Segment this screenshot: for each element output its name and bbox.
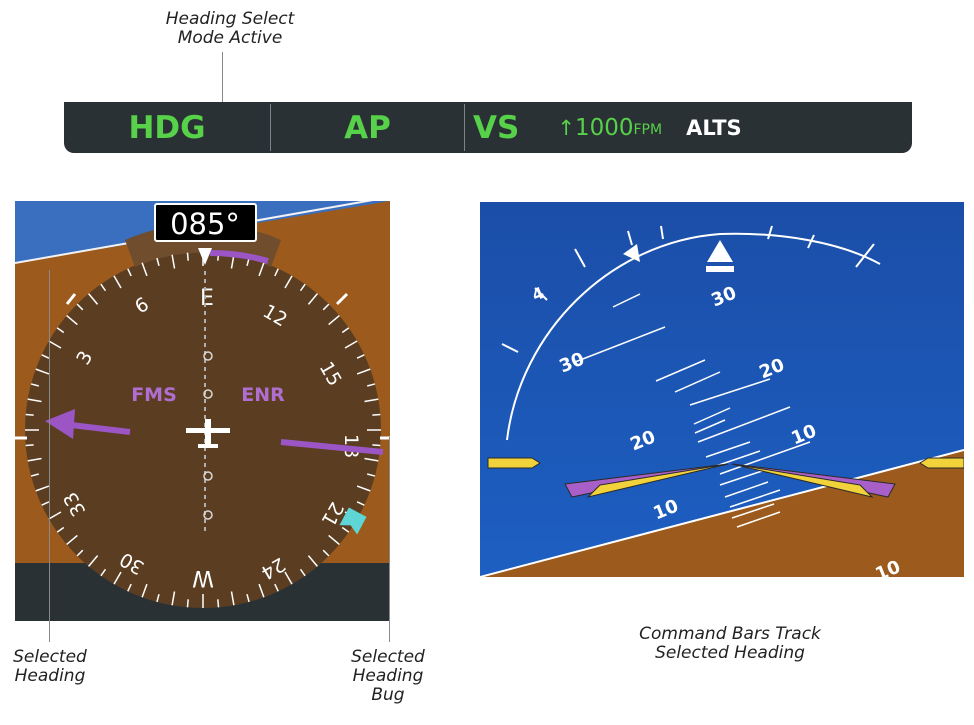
callout-leader-line (49, 270, 50, 642)
callout-line: Heading Select (165, 9, 295, 29)
callout-line: Selected (13, 647, 87, 667)
compass-tick (25, 413, 34, 416)
hsi-display: E 6 3 12 15 18 21 24 W 30 33 FMS ENR (15, 201, 390, 621)
compass-tick (186, 252, 189, 261)
compass-label-e: E (200, 286, 214, 311)
callout-leader-line (222, 52, 223, 104)
callout-line: Command Bars Track (639, 624, 821, 644)
compass-tick (217, 599, 220, 608)
callout-selected-heading-bug: Selected Heading Bug (338, 648, 438, 705)
attitude-display: 30 20 20 10 10 30 4 10 (480, 202, 964, 577)
vertical-speed-unit: FPM (633, 121, 663, 138)
callout-line: Selected Heading (655, 643, 805, 663)
callout-line: Selected (351, 647, 425, 667)
vertical-mode-cell: VS ↑ 1000 FPM ALTS (465, 102, 912, 153)
callout-leader-line (389, 437, 390, 642)
nav-source-fms: FMS (131, 384, 177, 406)
callout-line: Mode Active (177, 28, 283, 48)
compass-tick (372, 444, 381, 447)
autopilot-cell: AP (271, 102, 464, 153)
hsi-panel: E 6 3 12 15 18 21 24 W 30 33 FMS ENR (15, 201, 390, 621)
lateral-mode-cell: HDG (64, 102, 270, 153)
callout-line: Bug (371, 685, 405, 705)
flight-mode-annunciator-bar: HDG AP VS ↑ 1000 FPM ALTS (64, 102, 912, 153)
compass-tick (186, 599, 189, 608)
callout-command-bars: Command Bars Track Selected Heading (605, 625, 855, 663)
selected-heading-value: 085° (170, 207, 240, 241)
callout-line: Heading (352, 666, 424, 686)
compass-label-w: W (192, 565, 214, 590)
callout-selected-heading: Selected Heading (0, 648, 100, 686)
compass-tick (372, 413, 381, 416)
right-wing-marker (919, 457, 964, 469)
lateral-mode-hdg: HDG (128, 109, 206, 146)
armed-mode-alts: ALTS (686, 115, 742, 140)
callout-heading-select-mode: Heading Select Mode Active (140, 10, 320, 48)
callout-line: Heading (14, 666, 86, 686)
attitude-indicator-panel: 30 20 20 10 10 30 4 10 (480, 202, 964, 577)
compass-tick (25, 444, 34, 447)
autopilot-status: AP (344, 109, 391, 146)
vertical-mode-vs: VS (473, 109, 520, 146)
vertical-speed-target: 1000 (574, 114, 634, 141)
phase-enr: ENR (241, 384, 285, 406)
slip-skid-indicator (706, 266, 734, 272)
left-wing-marker (487, 457, 541, 469)
vertical-speed-arrow-icon: ↑ (557, 115, 575, 140)
